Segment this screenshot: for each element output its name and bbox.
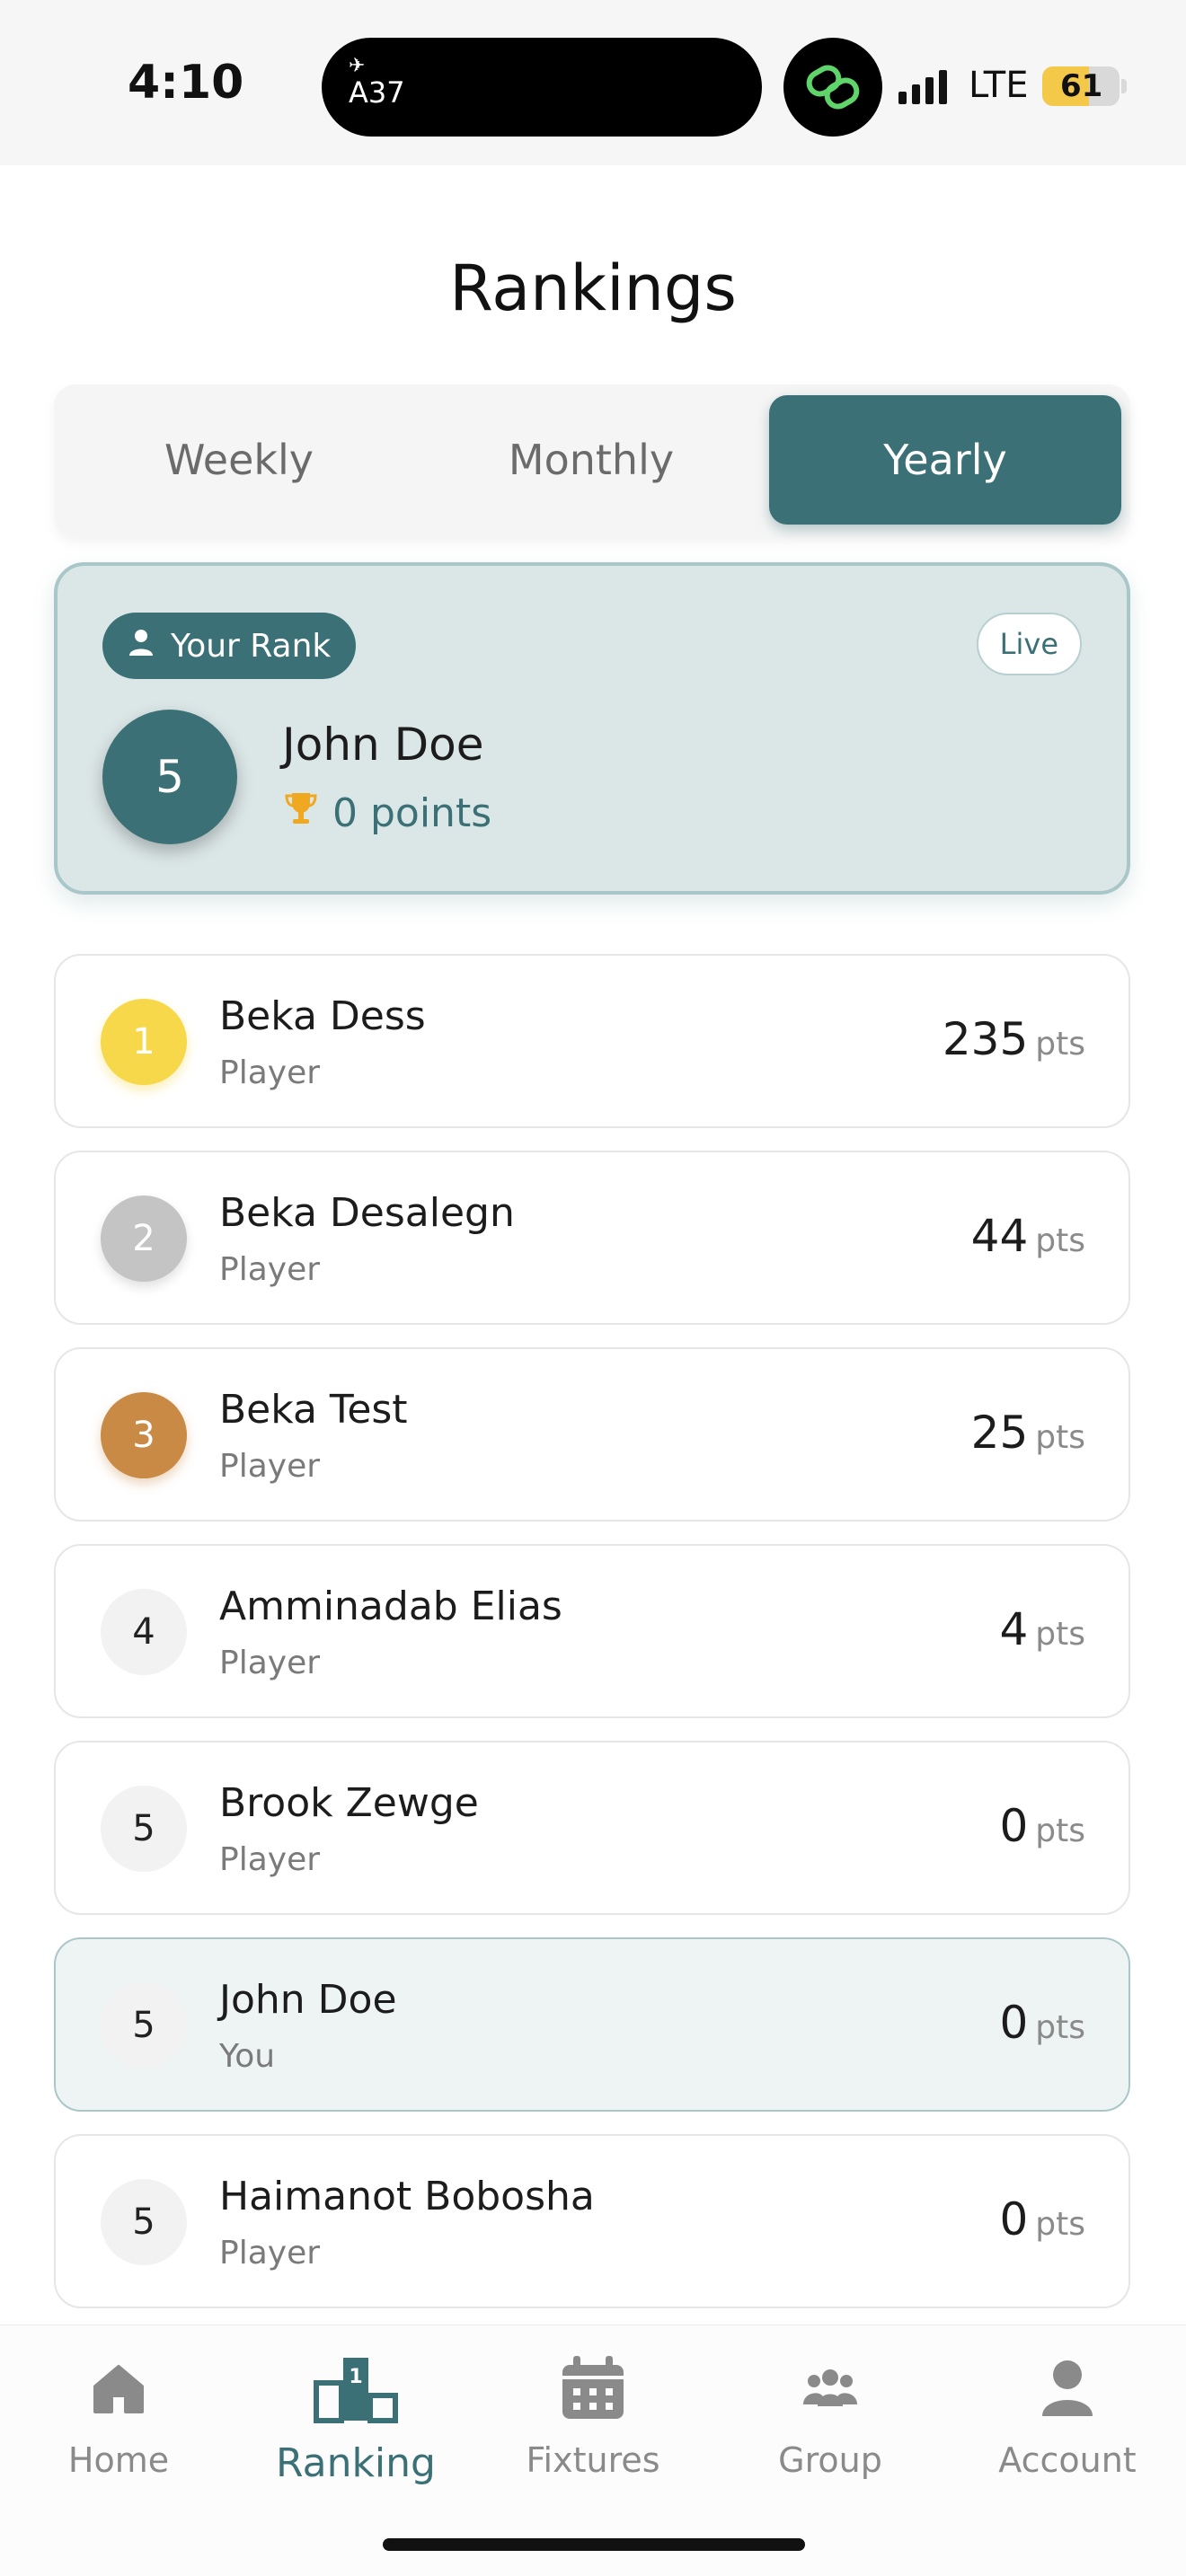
player-name: Beka Test [219, 1387, 408, 1433]
ranking-row[interactable]: 3 Beka Test Player 25 pts [54, 1347, 1130, 1522]
nav-account-label: Account [998, 2440, 1137, 2480]
player-role: Player [219, 1054, 321, 1091]
tab-monthly[interactable]: Monthly [417, 395, 766, 525]
player-points: 25 [970, 1407, 1029, 1459]
nav-home-label: Home [67, 2440, 170, 2480]
player-score: 235 pts [943, 1013, 1085, 1065]
svg-text:1: 1 [349, 2366, 362, 2388]
player-name: Beka Desalegn [219, 1190, 515, 1236]
player-role: You [219, 2038, 276, 2075]
battery-icon: 61 [1042, 66, 1120, 106]
points-unit: pts [1035, 2206, 1085, 2243]
status-time: 4:10 [128, 56, 244, 110]
player-name: Haimanot Bobosha [219, 2174, 595, 2219]
player-points: 4 [999, 1603, 1029, 1655]
rank-badge: 3 [101, 1392, 187, 1478]
ranking-row[interactable]: 2 Beka Desalegn Player 44 pts [54, 1151, 1130, 1325]
airplane-icon: ✈ [349, 55, 366, 77]
flight-code: A37 [349, 75, 405, 110]
rank-badge: 5 [101, 2179, 187, 2265]
calendar-icon [485, 2343, 701, 2433]
home-indicator[interactable] [383, 2538, 805, 2551]
period-tabs: Weekly Monthly Yearly [54, 384, 1130, 537]
link-icon [783, 38, 882, 137]
nav-fixtures[interactable]: Fixtures [485, 2343, 701, 2480]
tab-yearly[interactable]: Yearly [769, 395, 1121, 525]
player-role: Player [219, 1645, 321, 1681]
points-unit: pts [1035, 1222, 1085, 1259]
home-icon [11, 2343, 226, 2433]
ranking-row[interactable]: 1 Beka Dess Player 235 pts [54, 954, 1130, 1128]
player-role: Player [219, 1841, 321, 1878]
player-role: Player [219, 1448, 321, 1485]
player-name: Brook Zewge [219, 1780, 479, 1826]
ranking-row-current-user[interactable]: 5 John Doe You 0 pts [54, 1937, 1130, 2112]
network-type: LTE [969, 65, 1029, 106]
battery-level: 61 [1060, 68, 1103, 104]
ranking-row[interactable]: 5 Haimanot Bobosha Player 0 pts [54, 2134, 1130, 2308]
points-unit: pts [1035, 1026, 1085, 1063]
your-points-text: 0 points [332, 790, 492, 836]
nav-ranking-label: Ranking [276, 2440, 436, 2486]
player-points: 0 [999, 2193, 1029, 2245]
player-points: 0 [999, 1997, 1029, 2049]
battery-tip [1121, 79, 1127, 93]
nav-ranking[interactable]: 1 Ranking [248, 2343, 464, 2486]
status-bar: 4:10 ✈ A37 LTE 61 [0, 0, 1186, 165]
nav-fixtures-label: Fixtures [526, 2440, 660, 2480]
ranking-row[interactable]: 5 Brook Zewge Player 0 pts [54, 1741, 1130, 1915]
your-rank-badge: Your Rank [102, 613, 357, 679]
player-name: Amminadab Elias [219, 1584, 562, 1629]
nav-home[interactable]: Home [11, 2343, 226, 2480]
podium-icon: 1 [248, 2343, 464, 2433]
ranking-row[interactable]: 4 Amminadab Elias Player 4 pts [54, 1544, 1130, 1718]
rank-badge: 4 [101, 1589, 187, 1675]
live-badge: Live [976, 613, 1082, 675]
rank-badge: 2 [101, 1195, 187, 1282]
player-name: John Doe [219, 1977, 397, 2023]
flight-activity: ✈ A37 [349, 57, 405, 110]
rank-badge: 5 [101, 1982, 187, 2069]
nav-group[interactable]: Group [722, 2343, 938, 2480]
player-score: 4 pts [999, 1603, 1085, 1655]
points-unit: pts [1035, 1616, 1085, 1653]
player-score: 44 pts [971, 1210, 1085, 1262]
player-score: 25 pts [971, 1407, 1085, 1459]
group-icon [722, 2343, 938, 2433]
player-score: 0 pts [999, 1997, 1085, 2049]
player-points: 44 [970, 1210, 1029, 1262]
player-role: Player [219, 2235, 321, 2272]
nav-account[interactable]: Account [960, 2343, 1175, 2480]
points-unit: pts [1035, 1813, 1085, 1849]
your-name: John Doe [282, 719, 484, 771]
dynamic-island: ✈ A37 [322, 38, 762, 137]
player-points: 235 [942, 1013, 1029, 1065]
tab-weekly[interactable]: Weekly [65, 395, 413, 525]
player-score: 0 pts [999, 1800, 1085, 1852]
points-unit: pts [1035, 1419, 1085, 1456]
your-rank-number: 5 [102, 710, 237, 844]
nav-group-label: Group [778, 2440, 882, 2480]
player-name: Beka Dess [219, 993, 426, 1039]
user-icon [960, 2343, 1175, 2433]
points-unit: pts [1035, 2009, 1085, 2046]
player-points: 0 [999, 1800, 1029, 1852]
your-points: 0 points [284, 790, 491, 836]
player-score: 0 pts [999, 2193, 1085, 2245]
page-title: Rankings [449, 251, 737, 325]
person-icon [126, 627, 156, 666]
player-role: Player [219, 1251, 321, 1288]
your-rank-card: Your Rank Live 5 John Doe 0 points [54, 562, 1130, 895]
trophy-icon [284, 790, 318, 836]
rank-badge: 5 [101, 1786, 187, 1872]
cellular-signal-icon [898, 68, 947, 104]
your-rank-label: Your Rank [171, 627, 332, 665]
rank-badge: 1 [101, 999, 187, 1085]
